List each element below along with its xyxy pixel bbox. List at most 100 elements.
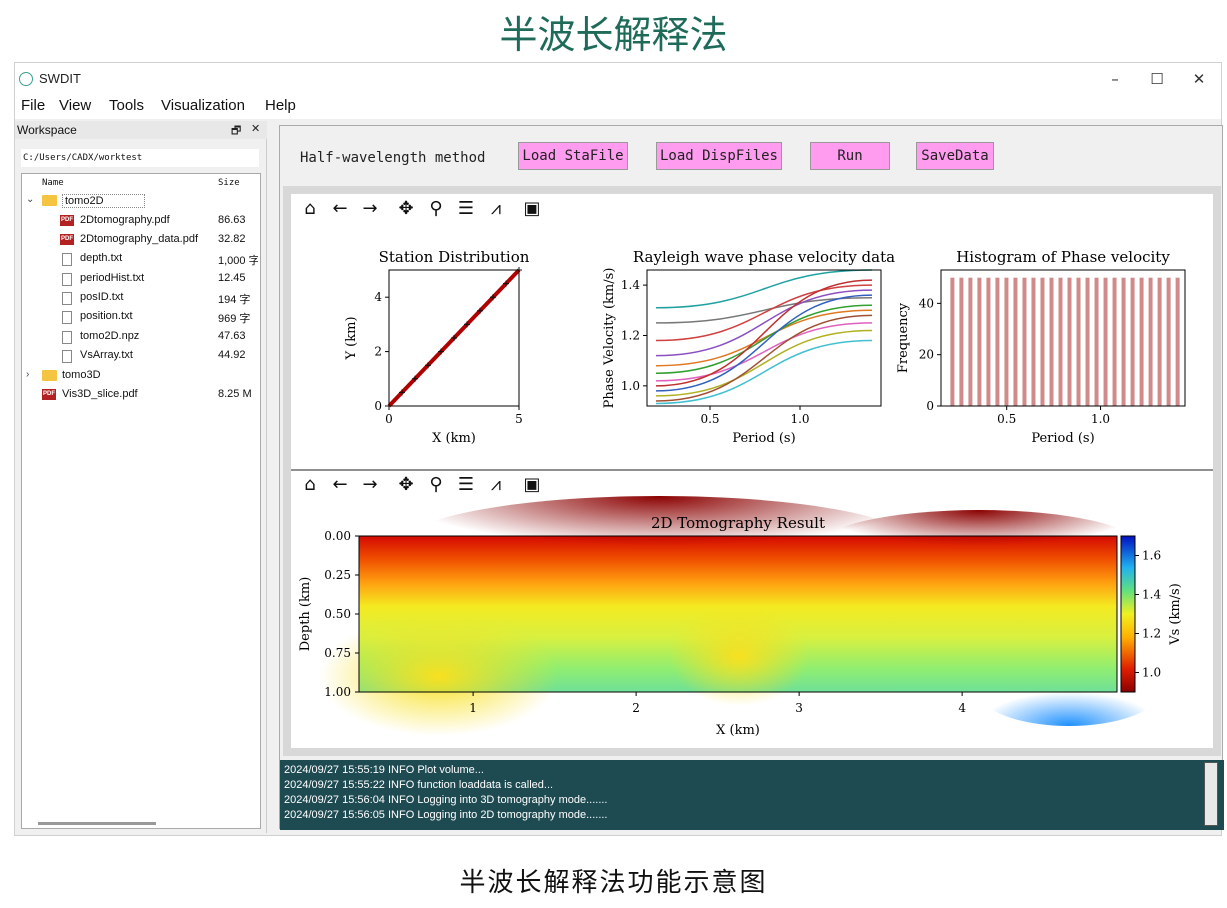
tree-item-label: depth.txt — [80, 252, 123, 264]
menu-view[interactable]: View — [59, 97, 91, 114]
load-dispfiles-button[interactable]: Load DispFiles — [656, 142, 782, 170]
minimize-button[interactable]: – — [1095, 67, 1135, 91]
horizontal-scrollbar[interactable] — [38, 822, 156, 825]
path-input[interactable] — [21, 149, 259, 167]
velocity-curve — [655, 269, 873, 309]
histogram-bar — [1004, 277, 1009, 406]
histogram-bar — [1166, 277, 1171, 406]
log-line: 2024/09/27 15:55:22 INFO function loadda… — [284, 779, 554, 791]
column-header-size[interactable]: Size — [218, 178, 240, 188]
y-tick-label: 40 — [919, 296, 934, 310]
chart-title: Histogram of Phase velocity — [956, 248, 1170, 266]
colorbar — [1120, 535, 1136, 693]
tree-item-size: 12.45 — [218, 272, 246, 284]
dock-close-icon[interactable]: ✕ — [251, 122, 260, 135]
tree-item-folder[interactable]: ⌄ tomo2D — [22, 192, 260, 211]
y-tick-label: 0.00 — [324, 529, 351, 543]
tree-item-label: VsArray.txt — [80, 349, 133, 361]
tree-item-label: 2Dtomography_data.pdf — [80, 233, 199, 245]
mid-velocity-zone — [669, 606, 809, 706]
column-header-name[interactable]: Name — [42, 178, 64, 188]
folder-icon — [42, 195, 57, 206]
text-file-icon — [62, 350, 72, 363]
text-file-icon — [62, 292, 72, 305]
tree-item-size: 1,000 字 — [218, 255, 258, 267]
y-tick-label: 0.75 — [324, 646, 351, 660]
tree-item-size: 194 字 — [218, 294, 251, 306]
chevron-right-icon[interactable]: › — [26, 369, 29, 380]
tree-item-file[interactable]: PDF Vis3D_slice.pdf 8.25 M — [22, 386, 260, 405]
histogram-bar — [1157, 277, 1162, 406]
tree-item-size: 86.63 — [218, 214, 246, 226]
y-tick-label: 4 — [374, 290, 382, 304]
x-tick-label: 4 — [958, 701, 966, 715]
x-tick-label: 0.5 — [997, 412, 1016, 426]
tree-item-file[interactable]: tomo2D.npz 47.63 — [22, 328, 260, 347]
colorbar-tick-label: 1.0 — [1142, 666, 1161, 680]
load-stafile-button[interactable]: Load StaFile — [518, 142, 628, 170]
histogram-bar — [1049, 277, 1054, 406]
x-tick-label: 1.0 — [1091, 412, 1110, 426]
tree-item-label: 2Dtomography.pdf — [80, 214, 170, 226]
app-logo-icon — [19, 72, 33, 86]
histogram-bar — [995, 277, 1000, 406]
log-console[interactable]: 2024/09/27 15:55:19 INFO Plot volume... … — [280, 760, 1224, 830]
tree-item-file[interactable]: periodHist.txt 12.45 — [22, 270, 260, 289]
tree-item-label: periodHist.txt — [80, 272, 145, 284]
tree-item-label: posID.txt — [80, 291, 124, 303]
tree-item-file[interactable]: PDF 2Dtomography_data.pdf 32.82 — [22, 231, 260, 250]
histogram-bar — [977, 277, 982, 406]
histogram-bar — [1148, 277, 1153, 406]
histogram-bar — [1076, 277, 1081, 406]
text-file-icon — [62, 253, 72, 266]
colorbar-tick-label: 1.6 — [1142, 549, 1161, 563]
tree-item-file[interactable]: posID.txt 194 字 — [22, 289, 260, 308]
log-line: 2024/09/27 15:56:05 INFO Logging into 2D… — [284, 809, 608, 821]
run-button[interactable]: Run — [810, 142, 890, 170]
y-tick-label: 20 — [919, 348, 934, 362]
menu-help[interactable]: Help — [265, 97, 296, 114]
y-tick-label: 2 — [374, 345, 382, 359]
close-button[interactable]: ✕ — [1179, 67, 1219, 91]
method-label: Half-wavelength method — [300, 150, 486, 166]
chevron-down-icon[interactable]: ⌄ — [26, 194, 34, 205]
low-velocity-zone — [819, 510, 1139, 582]
menu-tools[interactable]: Tools — [109, 97, 144, 114]
chart-title: 2D Tomography Result — [651, 514, 825, 532]
y-axis-label: Y (km) — [344, 316, 359, 360]
colorbar-tick-label: 1.4 — [1142, 588, 1161, 602]
x-tick-label: 2 — [632, 701, 640, 715]
file-tree[interactable]: Name Size ⌄ tomo2D PDF 2Dtomography.pdf … — [21, 173, 261, 829]
tree-item-file[interactable]: depth.txt 1,000 字 — [22, 250, 260, 269]
workspace-panel: Name Size ⌄ tomo2D PDF 2Dtomography.pdf … — [15, 139, 267, 833]
maximize-button[interactable]: ☐ — [1137, 67, 1177, 91]
y-tick-label: 1.0 — [621, 379, 640, 393]
y-tick-label: 1.2 — [621, 328, 640, 342]
workspace-title: Workspace — [17, 123, 77, 137]
histogram-bar — [1130, 277, 1135, 406]
x-axis-label: X (km) — [716, 723, 760, 738]
tree-item-label: tomo2D — [62, 194, 145, 208]
histogram-bar — [1031, 277, 1036, 406]
tree-item-size: 47.63 — [218, 330, 246, 342]
x-axis-label: X (km) — [432, 431, 476, 446]
tree-item-folder[interactable]: › tomo3D — [22, 367, 260, 386]
histogram-bar — [1121, 277, 1126, 406]
plot-canvas: ⌂ ← → ✥ ⚲ ☰ ⩘ ▣ ⌂ ← → ✥ ⚲ ☰ ⩘ ▣ Station … — [291, 194, 1213, 748]
savedata-button[interactable]: SaveData — [916, 142, 994, 170]
colorbar-tick-label: 1.2 — [1142, 627, 1161, 641]
log-scrollbar[interactable] — [1204, 762, 1218, 826]
histogram-bar — [968, 277, 973, 406]
y-tick-label: 1.00 — [324, 685, 351, 699]
tomography-heatmap: 2D Tomography Result X (km) Depth (km) 1 2 3 4… — [298, 496, 1183, 738]
tree-item-file[interactable]: position.txt 969 字 — [22, 308, 260, 327]
tree-item-label: tomo2D.npz — [80, 330, 140, 342]
tree-item-file[interactable]: VsArray.txt 44.92 — [22, 347, 260, 366]
charts-svg: Station Distribution X (km) Y (km) 0 5 0 2 4 Ra… — [291, 248, 1213, 738]
tree-item-file[interactable]: PDF 2Dtomography.pdf 86.63 — [22, 212, 260, 231]
menu-file[interactable]: File — [21, 97, 45, 114]
y-tick-label: 0.50 — [324, 607, 351, 621]
menu-visualization[interactable]: Visualization — [161, 97, 245, 114]
half-wavelength-panel: Half-wavelength method Load StaFile Load… — [279, 125, 1224, 830]
x-tick-label: 3 — [795, 701, 803, 715]
